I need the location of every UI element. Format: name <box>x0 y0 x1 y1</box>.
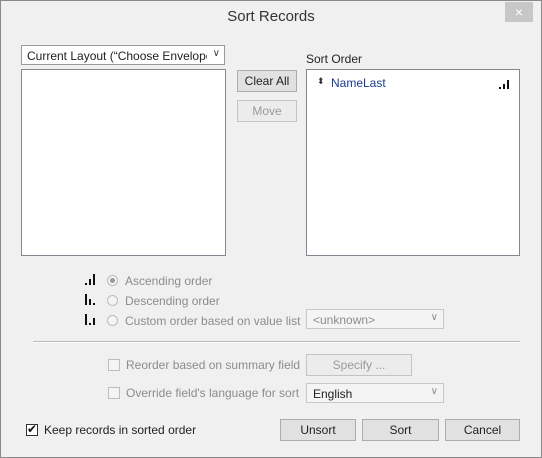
move-button[interactable]: Move <box>237 100 297 122</box>
ascending-bars-icon <box>85 273 95 288</box>
divider <box>33 341 520 343</box>
descending-label: Descending order <box>125 294 220 308</box>
override-language-checkbox[interactable] <box>108 387 120 399</box>
reorder-summary-label: Reorder based on summary field <box>126 358 301 372</box>
descending-bars-icon <box>85 293 95 308</box>
unsort-button[interactable]: Unsort <box>280 419 356 441</box>
specify-button[interactable]: Specify ... <box>306 354 412 376</box>
custom-order-label: Custom order based on value list <box>125 314 301 328</box>
sort-order-label: Sort Order <box>306 52 363 66</box>
keep-sorted-checkbox[interactable]: ✔ <box>26 422 38 436</box>
window-title: Sort Records <box>227 8 315 25</box>
override-language-label: Override field's language for sort <box>126 386 300 400</box>
custom-order-radio[interactable] <box>107 315 118 326</box>
sort-order-item[interactable]: ⬍ NameLast <box>315 76 511 92</box>
ascending-bars-icon[interactable] <box>499 78 509 92</box>
custom-order-option[interactable]: Custom order based on value list <box>85 312 301 330</box>
chevron-down-icon: ∨ <box>212 48 220 59</box>
sort-field-name: NameLast <box>331 76 386 90</box>
chevron-down-icon: ∨ <box>430 386 438 397</box>
checkmark-icon: ✔ <box>27 422 38 436</box>
sort-button[interactable]: Sort <box>362 419 439 441</box>
descending-radio[interactable] <box>107 295 118 306</box>
ascending-option[interactable]: Ascending order <box>85 272 325 290</box>
keep-sorted-label: Keep records in sorted order <box>44 423 197 437</box>
sort-records-dialog: Sort Records × Current Layout (“Choose E… <box>0 0 542 458</box>
cancel-button[interactable]: Cancel <box>445 419 520 441</box>
field-list[interactable] <box>21 69 226 256</box>
descending-option[interactable]: Descending order <box>85 292 325 310</box>
value-list-value: <unknown> <box>313 313 376 327</box>
ascending-radio[interactable] <box>107 275 118 286</box>
layout-dropdown[interactable]: Current Layout (“Choose Envelope ∨ <box>21 45 225 65</box>
reorder-summary-checkbox[interactable] <box>108 359 120 371</box>
ascending-label: Ascending order <box>125 274 213 288</box>
close-button[interactable]: × <box>505 2 533 22</box>
title-bar: Sort Records × <box>1 1 541 31</box>
value-list-select[interactable]: <unknown> ∨ <box>306 309 444 329</box>
drag-handle-icon[interactable]: ⬍ <box>317 76 325 87</box>
sort-order-list[interactable]: ⬍ NameLast <box>306 69 520 256</box>
custom-order-bars-icon <box>85 313 95 328</box>
language-value: English <box>313 387 353 401</box>
layout-dropdown-value: Current Layout (“Choose Envelope <box>27 49 207 63</box>
clear-all-button[interactable]: Clear All <box>237 70 297 92</box>
language-select[interactable]: English ∨ <box>306 383 444 403</box>
chevron-down-icon: ∨ <box>430 312 438 323</box>
